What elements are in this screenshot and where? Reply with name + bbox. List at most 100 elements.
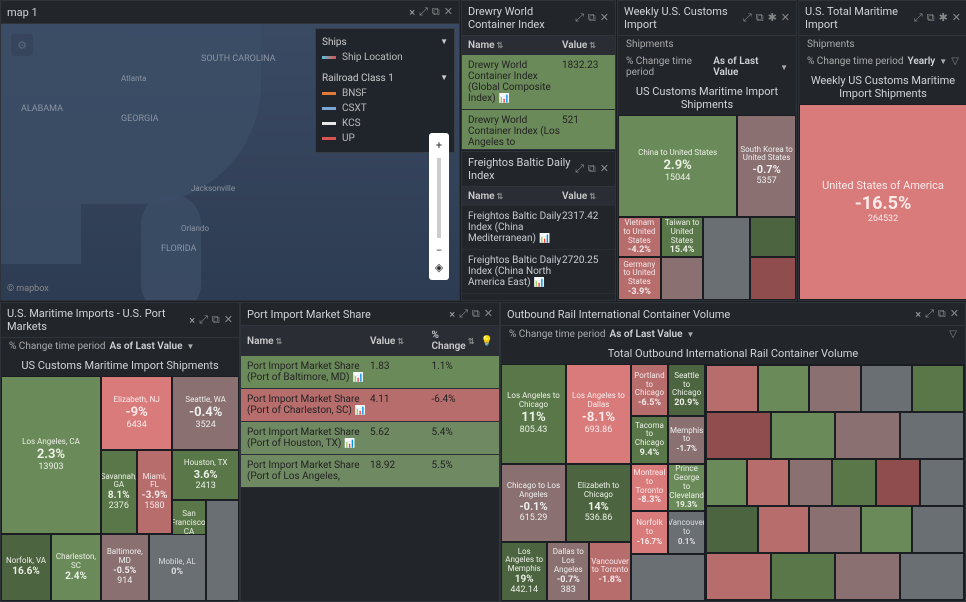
copy-icon[interactable]: ⧉ bbox=[927, 11, 935, 25]
chart-icon[interactable]: 📊 bbox=[534, 278, 545, 288]
close-icon[interactable]: × bbox=[911, 308, 925, 321]
table-row[interactable]: Port Import Market Share (Port of Baltim… bbox=[241, 356, 499, 389]
table-row[interactable]: Port Import Market Share (Port of Los An… bbox=[241, 455, 499, 488]
col-header[interactable]: % Change bbox=[432, 330, 466, 352]
table-row[interactable]: Drewry World Container Index (Global Com… bbox=[462, 55, 615, 110]
chart-icon[interactable]: 📊 bbox=[539, 234, 550, 244]
treemap-chart[interactable]: Los Angeles, CA2.3%13903 Elizabeth, NJ-9… bbox=[1, 376, 239, 601]
treemap-chart[interactable]: China to United States2.9%15044 South Ko… bbox=[618, 115, 796, 300]
zoom-control[interactable]: + − ◈ bbox=[429, 133, 449, 280]
zoom-out-icon[interactable]: − bbox=[436, 242, 442, 259]
close-icon[interactable]: ✕ bbox=[600, 11, 609, 25]
col-header[interactable]: Value bbox=[370, 336, 395, 347]
map-label: SOUTH CAROLINA bbox=[201, 54, 276, 64]
mapbox-attribution: © mapbox bbox=[7, 284, 49, 294]
expand-icon[interactable]: ⤢ bbox=[925, 307, 934, 321]
sort-icon[interactable]: ⇅ bbox=[276, 337, 283, 346]
copy-icon[interactable]: ⧉ bbox=[588, 11, 596, 25]
close-panel-icon[interactable]: ✕ bbox=[950, 307, 959, 321]
col-header[interactable]: Name bbox=[468, 40, 495, 51]
period-dropdown[interactable]: As of Last Value bbox=[110, 341, 183, 352]
pin-icon[interactable]: ✱ bbox=[939, 11, 948, 25]
chart-icon[interactable]: 📊 bbox=[353, 373, 364, 383]
chart-icon[interactable]: 📊 bbox=[355, 406, 366, 416]
expand-icon[interactable]: ⤢ bbox=[575, 11, 584, 25]
map-panel: map 1 × ⤢ ⧉ ✕ ⚙ ALABAMA GEORGIA SOUTH CA… bbox=[0, 0, 460, 301]
close-icon[interactable]: ✕ bbox=[781, 11, 790, 25]
close-panel-icon[interactable]: ✕ bbox=[224, 313, 233, 327]
table-row[interactable]: Freightos Baltic Daily Index (China Nort… bbox=[462, 250, 615, 294]
map-label: Orlando bbox=[181, 224, 209, 233]
col-header[interactable]: Value bbox=[562, 40, 587, 51]
chart-icon[interactable]: 📊 bbox=[344, 439, 355, 449]
table-row[interactable]: Drewry World Container Index (Los Angele… bbox=[462, 110, 615, 149]
pin-icon[interactable]: ✱ bbox=[768, 11, 777, 25]
close-panel-icon[interactable]: ✕ bbox=[444, 5, 453, 19]
copy-icon[interactable]: ⧉ bbox=[938, 307, 946, 321]
close-panel-icon[interactable]: ✕ bbox=[484, 307, 493, 321]
zoom-in-icon[interactable]: + bbox=[436, 137, 442, 154]
port-share-panel: Port Import Market Share × ⤢⧉✕ Name⇅ Val… bbox=[240, 302, 500, 602]
expand-icon[interactable]: ⤢ bbox=[743, 11, 752, 25]
col-header[interactable]: Value bbox=[562, 191, 587, 202]
close-icon[interactable]: ✕ bbox=[952, 11, 961, 25]
chevron-down-icon: ▼ bbox=[440, 37, 448, 48]
map-canvas[interactable]: ⚙ ALABAMA GEORGIA SOUTH CAROLINA FLORIDA… bbox=[1, 24, 459, 300]
copy-icon[interactable]: ⧉ bbox=[588, 162, 596, 176]
freightos-panel: Freightos Baltic Daily Index ⤢⧉✕ Name⇅ V… bbox=[461, 151, 616, 301]
legend-item: BNSF bbox=[342, 88, 367, 99]
copy-icon[interactable]: ⧉ bbox=[472, 307, 480, 321]
chevron-down-icon[interactable]: ▼ bbox=[939, 57, 947, 66]
panel-title: U.S. Maritime Imports - U.S. Port Market… bbox=[7, 307, 185, 333]
expand-icon[interactable]: ⤢ bbox=[199, 313, 208, 327]
sort-icon[interactable]: ⇅ bbox=[497, 192, 504, 201]
map-label: FLORIDA bbox=[161, 244, 196, 254]
col-header[interactable]: Name bbox=[468, 191, 495, 202]
expand-icon[interactable]: ⤢ bbox=[459, 307, 468, 321]
chevron-down-icon[interactable]: ▼ bbox=[187, 342, 195, 351]
chevron-down-icon[interactable]: ▼ bbox=[780, 63, 788, 72]
treemap-chart[interactable]: Los Angeles to Chicago11%805.43 Los Ange… bbox=[501, 364, 965, 601]
copy-icon[interactable]: ⧉ bbox=[212, 313, 220, 327]
close-icon[interactable]: × bbox=[405, 6, 419, 19]
port-markets-panel: U.S. Maritime Imports - U.S. Port Market… bbox=[0, 302, 240, 602]
col-header[interactable]: Name bbox=[247, 336, 274, 347]
legend-item: KCS bbox=[342, 118, 361, 129]
table-row[interactable]: Freightos Baltic Daily Index (China Medi… bbox=[462, 206, 615, 250]
chevron-down-icon[interactable]: ▼ bbox=[687, 330, 695, 339]
period-dropdown[interactable]: Yearly bbox=[908, 56, 936, 67]
sort-icon[interactable]: ⇅ bbox=[468, 337, 475, 346]
expand-icon[interactable]: ⤢ bbox=[914, 11, 923, 25]
panel-title: U.S. Total Maritime Import bbox=[805, 5, 914, 31]
panel-title: Port Import Market Share bbox=[247, 308, 445, 321]
close-icon[interactable]: × bbox=[185, 314, 199, 327]
filter-icon[interactable]: ▽ bbox=[949, 329, 957, 340]
close-icon[interactable]: × bbox=[445, 308, 459, 321]
period-dropdown[interactable]: As of Last Value bbox=[610, 329, 683, 340]
close-icon[interactable]: ✕ bbox=[600, 162, 609, 176]
period-dropdown[interactable]: As of Last Value bbox=[713, 56, 776, 78]
map-label: GEORGIA bbox=[121, 114, 159, 124]
sort-icon[interactable]: ⇅ bbox=[589, 41, 596, 50]
panel-title: Outbound Rail International Container Vo… bbox=[507, 308, 911, 321]
copy-icon[interactable]: ⧉ bbox=[756, 11, 764, 25]
compass-icon[interactable]: ◈ bbox=[435, 259, 443, 276]
legend-item: UP bbox=[342, 133, 355, 144]
treemap-chart[interactable]: United States of America -16.5% 264532 bbox=[799, 104, 966, 300]
sort-icon[interactable]: ⇅ bbox=[589, 192, 596, 201]
map-label: Atlanta bbox=[121, 74, 146, 83]
copy-icon[interactable]: ⧉ bbox=[432, 5, 440, 19]
bulb-icon[interactable]: 💡 bbox=[481, 336, 493, 347]
sort-icon[interactable]: ⇅ bbox=[497, 41, 504, 50]
legend-section: Railroad Class 1 bbox=[322, 73, 394, 84]
table-row[interactable]: Port Import Market Share (Port of Charle… bbox=[241, 389, 499, 422]
rail-panel: Outbound Rail International Container Vo… bbox=[500, 302, 966, 602]
expand-icon[interactable]: ⤢ bbox=[419, 5, 428, 19]
table-row[interactable]: Port Import Market Share (Port of Housto… bbox=[241, 422, 499, 455]
map-label: Jacksonville bbox=[191, 184, 235, 193]
expand-icon[interactable]: ⤢ bbox=[575, 162, 584, 176]
sort-icon[interactable]: ⇅ bbox=[397, 337, 404, 346]
chevron-down-icon: ▼ bbox=[440, 73, 448, 84]
filter-icon[interactable]: ▽ bbox=[951, 56, 959, 67]
chart-icon[interactable]: 📊 bbox=[499, 94, 510, 104]
